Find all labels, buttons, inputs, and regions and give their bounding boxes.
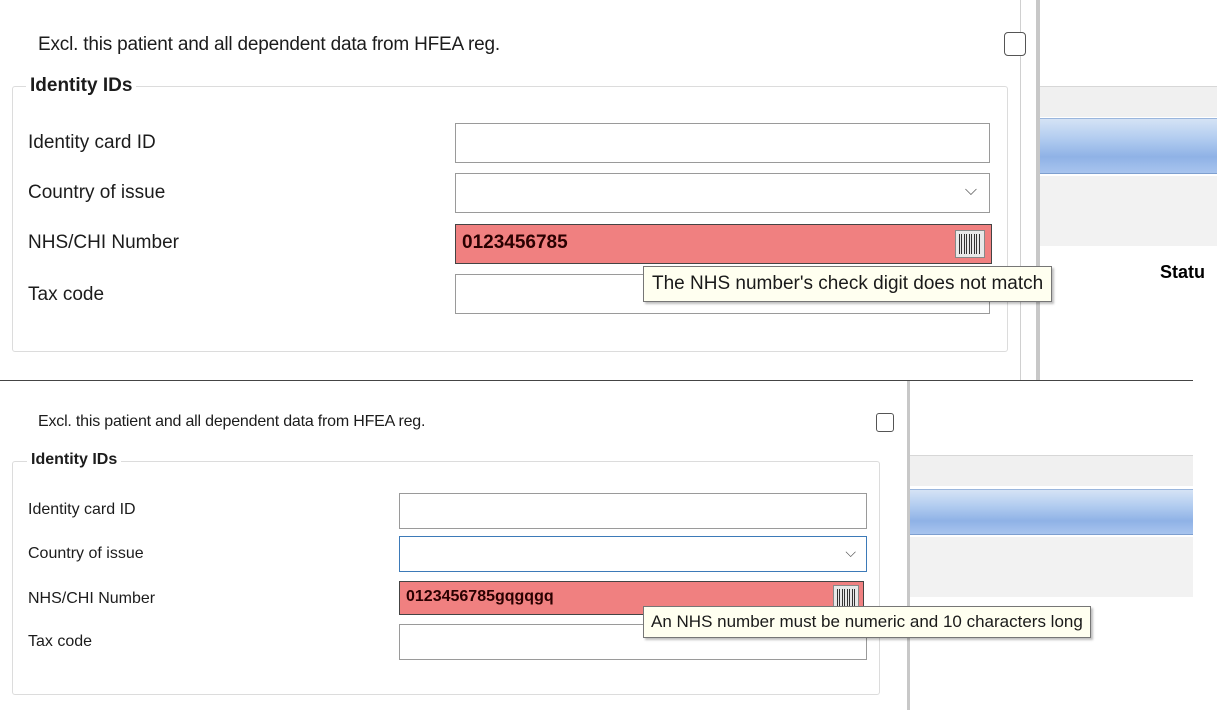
country-of-issue-label: Country of issue	[28, 545, 144, 562]
nhs-number-value: 0123456785gqgqgq	[406, 588, 554, 605]
right-pane-row	[910, 537, 1193, 597]
identity-card-input[interactable]	[455, 123, 990, 163]
screenshot-top: Statu Excl. this patient and all depende…	[0, 0, 1217, 380]
status-header-fragment: Statu	[1160, 262, 1205, 282]
exclude-hfea-checkbox[interactable]	[876, 413, 894, 432]
selected-row-highlight[interactable]	[910, 489, 1193, 535]
exclude-hfea-label: Excl. this patient and all dependent dat…	[38, 413, 426, 430]
identity-ids-title: Identity IDs	[26, 75, 137, 97]
nhs-number-label: NHS/CHI Number	[28, 232, 179, 253]
nhs-number-value: 0123456785	[462, 232, 568, 253]
nhs-validation-tooltip: The NHS number's check digit does not ma…	[643, 266, 1053, 302]
identity-card-label: Identity card ID	[28, 501, 136, 518]
country-of-issue-select[interactable]: ⌵	[455, 173, 990, 213]
screenshot-bottom: Excl. this patient and all dependent dat…	[0, 380, 1193, 710]
chevron-down-icon[interactable]: ⌵	[845, 544, 856, 561]
right-pane-header	[910, 455, 1193, 486]
right-pane-header	[1040, 86, 1217, 117]
nhs-validation-tooltip: An NHS number must be numeric and 10 cha…	[643, 606, 1091, 638]
identity-card-label: Identity card ID	[28, 132, 156, 153]
barcode-scanner-icon[interactable]	[955, 230, 985, 258]
tax-code-label: Tax code	[28, 633, 93, 650]
right-pane-row	[1040, 176, 1217, 246]
identity-ids-title: Identity IDs	[27, 451, 122, 469]
exclude-hfea-label: Excl. this patient and all dependent dat…	[38, 34, 500, 55]
nhs-number-label: NHS/CHI Number	[28, 590, 156, 607]
exclude-hfea-checkbox[interactable]	[1004, 32, 1026, 56]
chevron-down-icon[interactable]: ⌵	[965, 182, 977, 200]
tax-code-label: Tax code	[28, 284, 105, 305]
country-of-issue-label: Country of issue	[28, 182, 166, 203]
panel-divider	[1020, 0, 1021, 380]
selected-row-highlight[interactable]	[1040, 118, 1217, 174]
identity-card-input[interactable]	[399, 493, 867, 529]
nhs-number-input[interactable]: 0123456785	[455, 224, 992, 264]
country-of-issue-select[interactable]: ⌵	[399, 536, 867, 572]
